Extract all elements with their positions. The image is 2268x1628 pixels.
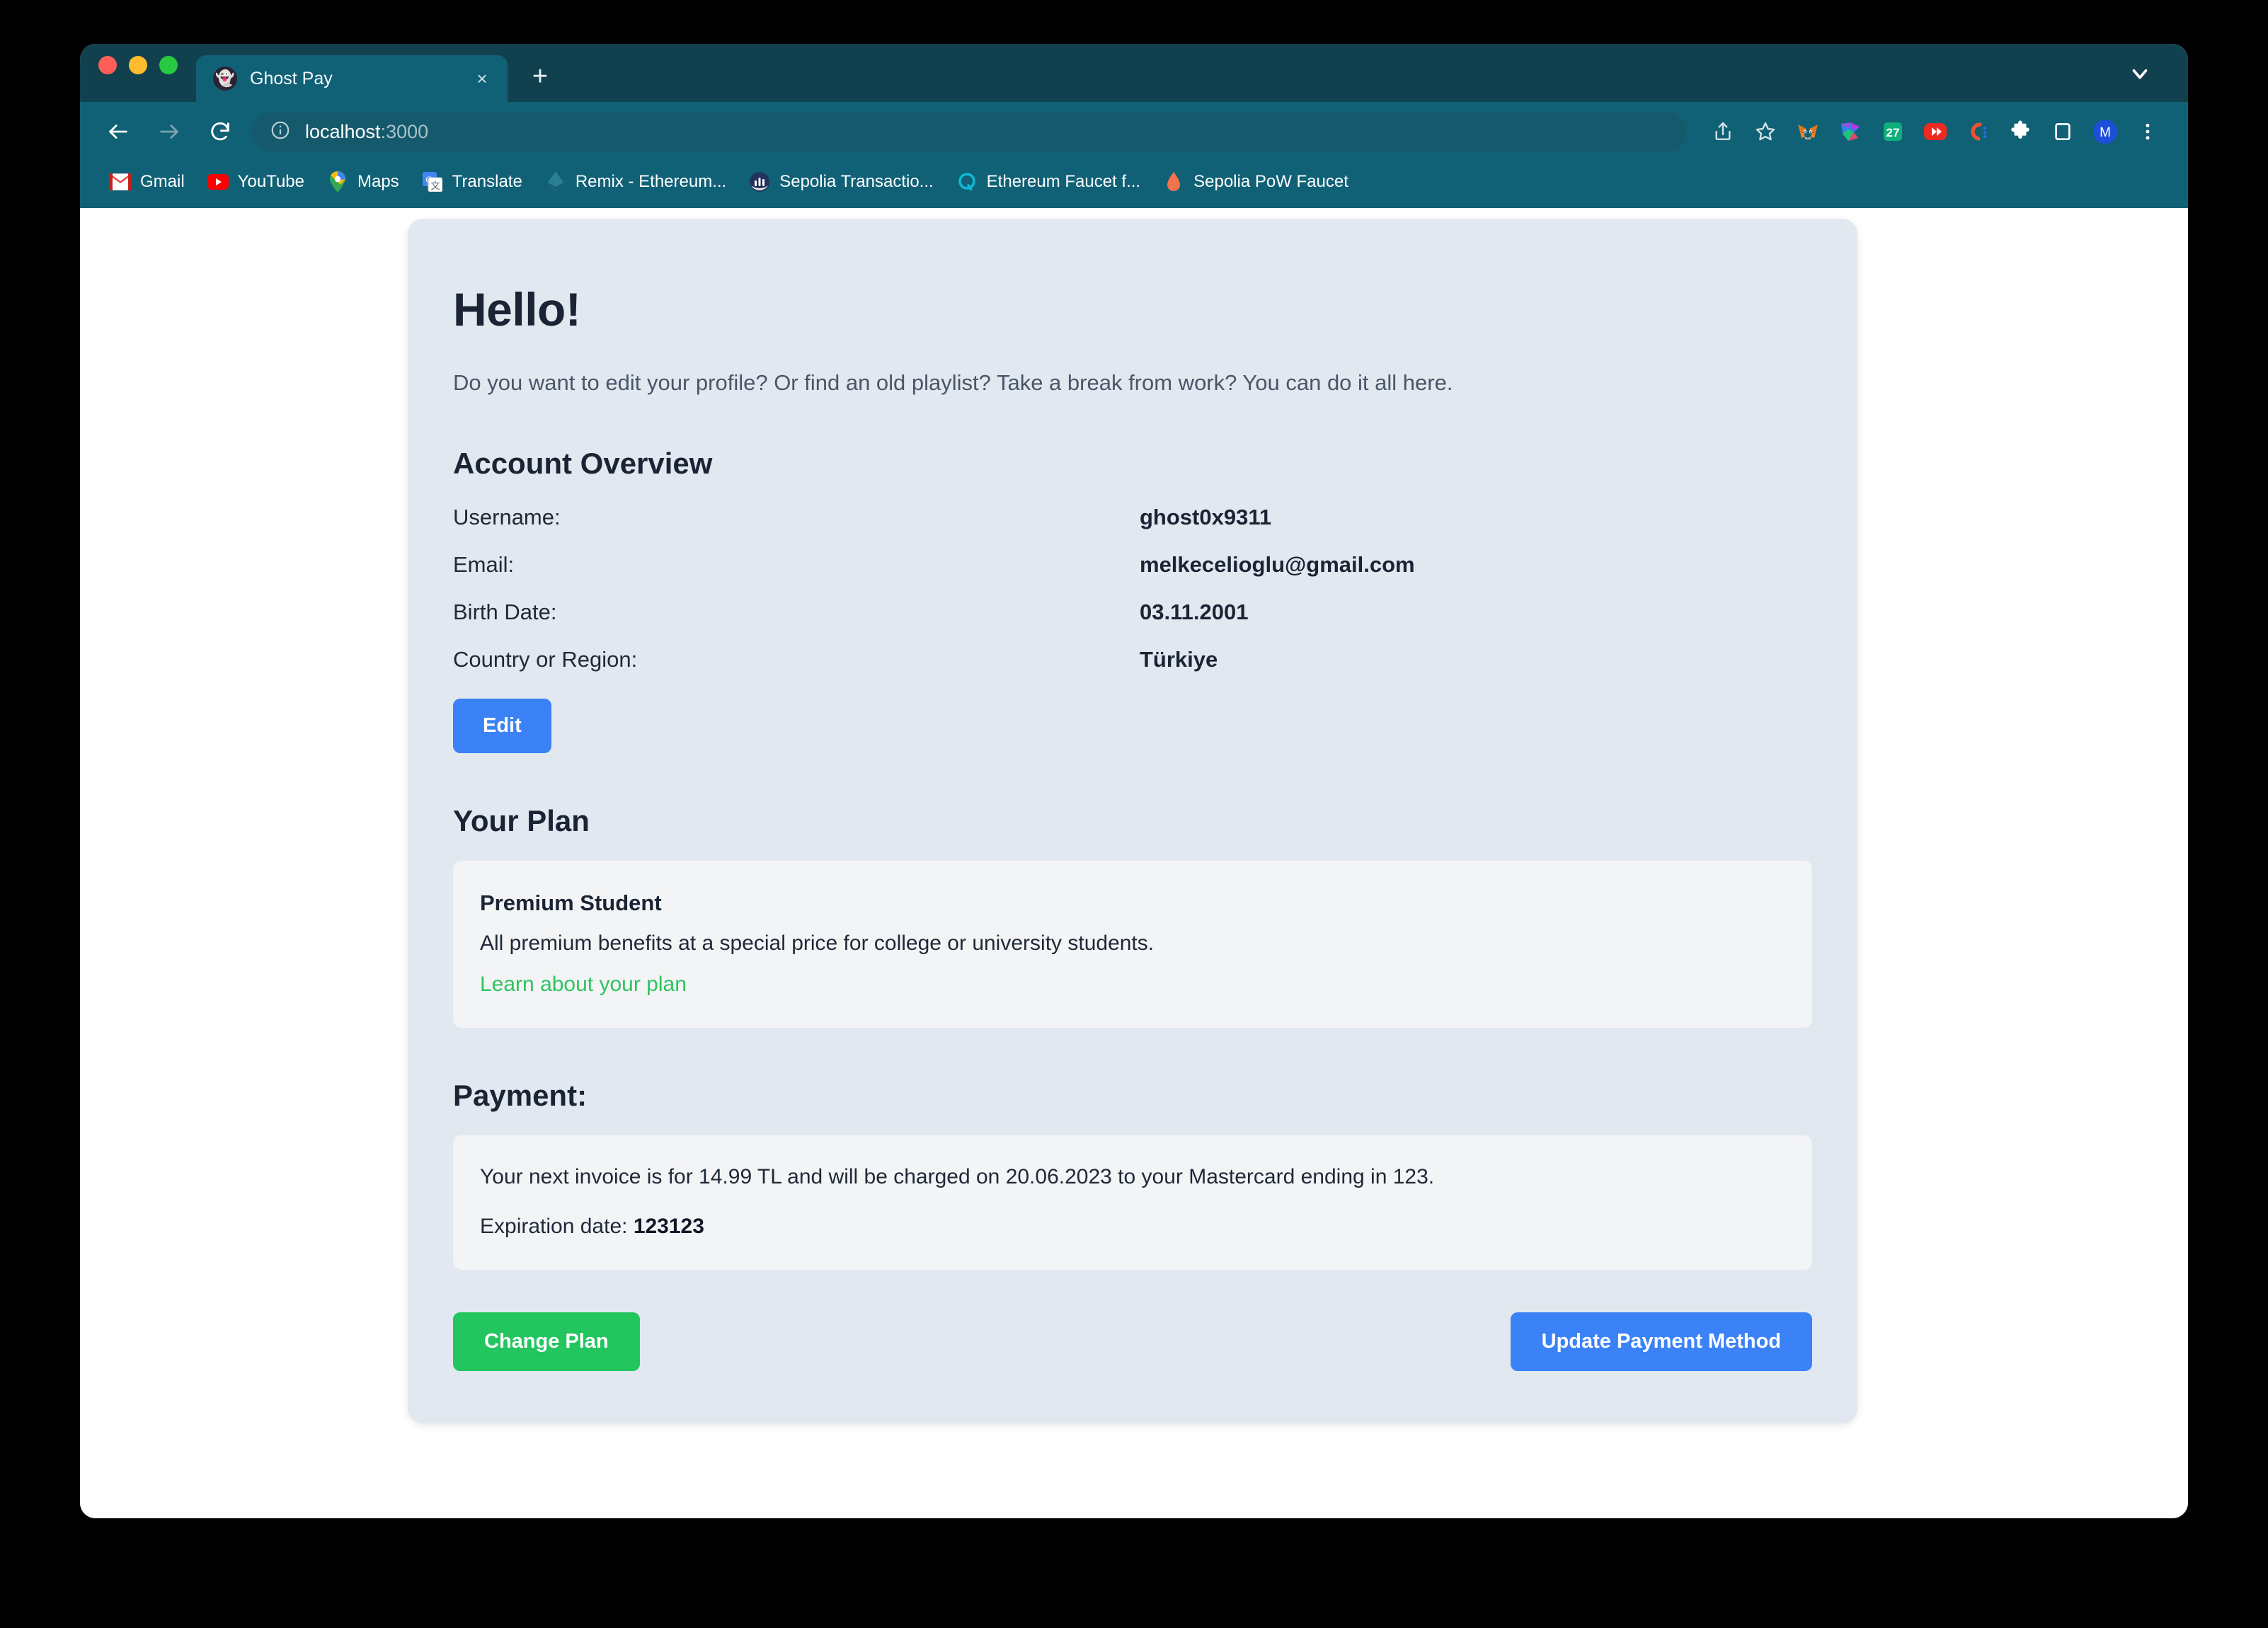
bookmark-translate[interactable]: G文 Translate <box>411 167 534 197</box>
bookmark-label: Translate <box>452 172 522 191</box>
coinbase-extension-icon[interactable] <box>1959 113 1997 151</box>
address-bar-text: localhost:3000 <box>305 120 429 142</box>
maximize-window-button[interactable] <box>159 56 178 74</box>
side-panel-icon[interactable] <box>2044 113 2082 151</box>
country-value: Türkiye <box>1140 647 1218 672</box>
bookmark-sepolia-pow-faucet[interactable]: Sepolia PoW Faucet <box>1152 167 1360 197</box>
address-bar[interactable]: localhost:3000 <box>251 111 1687 152</box>
expiration-label: Expiration date: <box>480 1215 628 1238</box>
bookmark-gmail[interactable]: Gmail <box>98 167 196 197</box>
learn-about-plan-link[interactable]: Learn about your plan <box>480 973 687 997</box>
tab-title: Ghost Pay <box>250 68 333 88</box>
tab-list: 👻 Ghost Pay × + <box>196 44 557 102</box>
profile-avatar[interactable]: M <box>2086 113 2124 151</box>
chrome-menu-icon[interactable] <box>2129 113 2167 151</box>
quicknode-icon <box>956 171 978 193</box>
username-label: Username: <box>453 505 561 529</box>
table-row: Email: melkecelioglu@gmail.com <box>453 552 1812 600</box>
action-row: Change Plan Update Payment Method <box>453 1312 1812 1371</box>
email-label: Email: <box>453 552 515 577</box>
expiration-value: 123123 <box>633 1215 704 1238</box>
rainbow-extension-icon[interactable] <box>1831 113 1869 151</box>
birth-date-label: Birth Date: <box>453 600 557 624</box>
bookmark-label: Gmail <box>140 172 185 191</box>
bookmark-label: Sepolia Transactio... <box>779 172 934 191</box>
page-subtitle: Do you want to edit your profile? Or fin… <box>453 370 1453 395</box>
table-row: Birth Date: 03.11.2001 <box>453 600 1812 647</box>
bookmarks-bar: Gmail YouTube Maps G文 Translate Remix - … <box>80 161 2188 208</box>
browser-toolbar: localhost:3000 27 M <box>80 102 2188 161</box>
page-viewport: Hello! Do you want to edit your profile?… <box>80 208 2188 1518</box>
username-value: ghost0x9311 <box>1140 505 1272 529</box>
share-icon[interactable] <box>1704 113 1742 151</box>
bookmark-label: Remix - Ethereum... <box>575 172 727 191</box>
svg-text:27: 27 <box>1886 126 1900 139</box>
your-plan-heading: Your Plan <box>453 804 590 837</box>
extensions-puzzle-icon[interactable] <box>2001 113 2039 151</box>
svg-text:M: M <box>2100 125 2111 140</box>
etherscan-icon <box>749 171 770 193</box>
metamask-extension-icon[interactable] <box>1789 113 1827 151</box>
plan-name: Premium Student <box>480 890 662 915</box>
table-row: Country or Region: Türkiye <box>453 647 1812 694</box>
change-plan-button[interactable]: Change Plan <box>453 1312 640 1371</box>
email-value: melkecelioglu@gmail.com <box>1140 552 1415 577</box>
bookmark-ethereum-faucet[interactable]: Ethereum Faucet f... <box>945 167 1152 197</box>
back-arrow-icon[interactable] <box>98 112 138 151</box>
payment-panel: Your next invoice is for 14.99 TL and wi… <box>453 1135 1812 1270</box>
youtube-extension-icon[interactable] <box>1916 113 1954 151</box>
flame-drop-icon <box>1163 171 1184 193</box>
bookmark-label: YouTube <box>237 172 304 191</box>
birth-date-value: 03.11.2001 <box>1140 600 1249 624</box>
account-overview-heading: Account Overview <box>453 447 713 480</box>
youtube-icon <box>207 171 229 193</box>
bookmark-remix[interactable]: Remix - Ethereum... <box>534 167 738 197</box>
google-maps-icon <box>327 171 348 193</box>
bookmark-label: Ethereum Faucet f... <box>986 172 1141 191</box>
browser-window: 👻 Ghost Pay × + localhost:3000 27 M Gmai… <box>80 44 2188 1518</box>
bookmark-youtube[interactable]: YouTube <box>196 167 316 197</box>
account-overview-table: Username: ghost0x9311 Email: melkeceliog… <box>453 505 1812 694</box>
tab-strip: 👻 Ghost Pay × + <box>80 44 2188 102</box>
minimize-window-button[interactable] <box>129 56 147 74</box>
window-traffic-lights <box>98 44 178 102</box>
ghost-icon: 👻 <box>213 67 237 91</box>
chevron-down-icon[interactable] <box>2126 59 2154 88</box>
bookmark-sepolia-transactions[interactable]: Sepolia Transactio... <box>738 167 944 197</box>
reload-icon[interactable] <box>200 112 240 151</box>
google-translate-icon: G文 <box>422 171 443 193</box>
site-info-icon[interactable] <box>270 120 291 144</box>
account-card: Hello! Do you want to edit your profile?… <box>408 219 1857 1423</box>
forward-arrow-icon[interactable] <box>149 112 189 151</box>
update-payment-button[interactable]: Update Payment Method <box>1510 1312 1812 1371</box>
expiration-row: Expiration date: 123123 <box>480 1215 1785 1239</box>
tab-ghost-pay[interactable]: 👻 Ghost Pay × <box>196 55 508 102</box>
bookmark-maps[interactable]: Maps <box>316 167 411 197</box>
bookmark-label: Maps <box>357 172 399 191</box>
page-title: Hello! <box>453 283 581 336</box>
remix-icon <box>545 171 566 193</box>
svg-text:文: 文 <box>430 180 440 191</box>
plan-description: All premium benefits at a special price … <box>480 931 1155 955</box>
close-icon[interactable]: × <box>469 66 495 91</box>
plan-panel: Premium Student All premium benefits at … <box>453 861 1812 1028</box>
gmail-icon <box>110 171 131 193</box>
table-row: Username: ghost0x9311 <box>453 505 1812 552</box>
country-label: Country or Region: <box>453 647 638 672</box>
edit-button[interactable]: Edit <box>453 699 551 753</box>
bookmark-label: Sepolia PoW Faucet <box>1193 172 1348 191</box>
invoice-text: Your next invoice is for 14.99 TL and wi… <box>480 1165 1435 1188</box>
new-tab-button[interactable]: + <box>523 59 557 93</box>
calendar-27-extension-icon[interactable]: 27 <box>1874 113 1912 151</box>
close-window-button[interactable] <box>98 56 117 74</box>
bookmark-star-icon[interactable] <box>1746 113 1785 151</box>
payment-heading: Payment: <box>453 1079 588 1112</box>
